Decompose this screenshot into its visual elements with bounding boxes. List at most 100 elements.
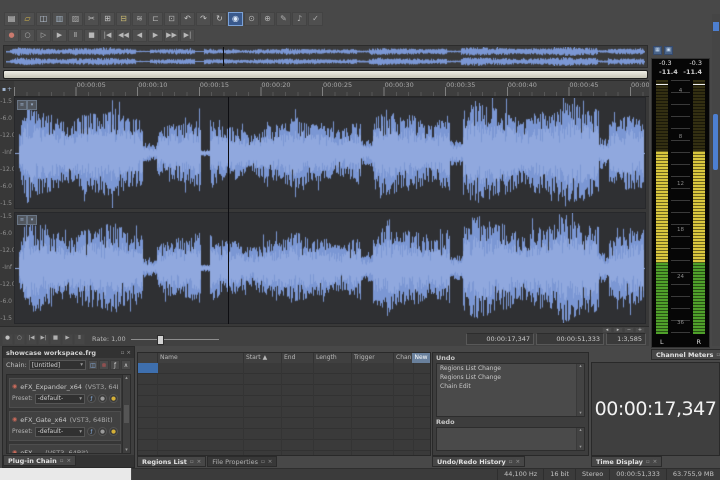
open-file-icon[interactable]: ▱ (20, 12, 35, 26)
waveform-ch2[interactable]: ≡ ▾ (14, 212, 646, 324)
overview-waveform-ch1[interactable] (6, 47, 645, 56)
redo-icon[interactable]: ↷ (196, 12, 211, 26)
play-icon[interactable]: ▶ (52, 29, 67, 42)
audio-settings-icon[interactable]: ♪ (292, 12, 307, 26)
play-icon[interactable]: ▶ (62, 334, 73, 345)
plugin-list-scrollbar[interactable]: ▴ ▾ (122, 375, 130, 453)
paste-special-icon[interactable]: ⊡ (164, 12, 179, 26)
float-icon[interactable]: ▫ (60, 458, 64, 464)
new-region-button[interactable]: New (412, 353, 430, 363)
tab-file-properties[interactable]: File Properties ▫ × (207, 456, 277, 467)
channel-arrow-icon[interactable]: ▾ (27, 215, 37, 225)
scroll-up-icon[interactable]: ▴ (579, 428, 581, 433)
pause-icon[interactable]: Ⅱ (68, 29, 83, 42)
stop-icon[interactable]: ■ (84, 29, 99, 42)
column-header[interactable]: Chan (394, 353, 414, 363)
float-icon[interactable]: ▫ (509, 459, 513, 465)
meters-display[interactable]: -0.3-0.3 -11.4-11.4 4812182436 LR (651, 58, 710, 348)
selected-cell[interactable] (138, 363, 158, 373)
column-header[interactable]: Trigger (352, 353, 394, 363)
plugin-power-icon[interactable]: ◉ (12, 416, 17, 423)
edit-tool-icon[interactable]: ◉ (228, 12, 243, 26)
play-all-icon[interactable]: ▷ (36, 29, 51, 42)
snap-icon[interactable]: ▪ (2, 86, 6, 93)
chain-options-icon[interactable]: ∧ (121, 360, 131, 370)
paste-icon[interactable]: ⊟ (116, 12, 131, 26)
tab-regions-list[interactable]: Regions List ▫ × (137, 456, 206, 467)
column-header[interactable]: Start ▲ (244, 353, 282, 363)
undo-item[interactable]: Regions List Change (437, 364, 584, 373)
magnify-tool-icon[interactable]: ⊙ (244, 12, 259, 26)
column-header[interactable]: End (282, 353, 314, 363)
meter-options-icon[interactable]: ▦ (653, 46, 662, 55)
trim-icon[interactable]: ⊏ (148, 12, 163, 26)
rewind-icon[interactable]: ◀◀ (116, 29, 131, 42)
plugin-card[interactable]: ◉ eFX_Gate_x64 (VST3, 64Bit) Preset: -de… (9, 411, 121, 441)
record-icon[interactable]: ● (2, 334, 13, 345)
redo-list-scrollbar[interactable]: ▴ ▾ (576, 428, 584, 450)
plugin-power-icon[interactable]: ◉ (12, 383, 17, 390)
length-box[interactable]: 00:00:51,333 (536, 333, 604, 345)
rate-slider[interactable] (131, 334, 219, 344)
tab-plugin-chain[interactable]: Plug-in Chain ▫ × (3, 455, 76, 466)
scroll-up-icon[interactable]: ▴ (579, 364, 581, 369)
step-forward-icon[interactable]: ▶ (148, 29, 163, 42)
regions-grid[interactable] (138, 363, 430, 455)
save-icon[interactable]: ◫ (36, 12, 51, 26)
bypass-chain-icon[interactable]: ƒ (110, 360, 120, 370)
scroll-thumb[interactable] (124, 405, 129, 423)
step-back-icon[interactable]: ◀ (132, 29, 147, 42)
waveform-canvas-ch1[interactable] (15, 98, 645, 208)
channel-grip-icon[interactable]: ≡ (17, 215, 27, 225)
script-icon[interactable]: ✓ (308, 12, 323, 26)
float-icon[interactable]: ▫ (646, 459, 650, 465)
waveform-ch1[interactable]: ≡ ▾ (14, 97, 646, 209)
new-file-icon[interactable]: ▤ (4, 12, 19, 26)
automate-plugin-icon[interactable]: ● (109, 394, 118, 403)
save-all-icon[interactable]: ▥ (52, 12, 67, 26)
delete-chain-icon[interactable]: ⊗ (99, 360, 109, 370)
goto-end-icon[interactable]: ▶| (38, 334, 49, 345)
dock-strip[interactable] (712, 14, 720, 346)
position-scrollbar[interactable] (3, 70, 648, 79)
scroll-up-icon[interactable]: ▴ (125, 375, 128, 381)
preset-select[interactable]: -default- ▾ (35, 394, 85, 404)
cut-icon[interactable]: ✂ (84, 12, 99, 26)
scroll-down-icon[interactable]: ▾ (125, 447, 128, 453)
undo-item[interactable]: Regions List Change (437, 373, 584, 382)
file-properties-icon[interactable]: ▨ (68, 12, 83, 26)
column-header[interactable] (138, 353, 158, 363)
edit-plugin-icon[interactable]: ƒ (87, 394, 96, 403)
close-icon[interactable]: × (268, 459, 273, 465)
stop-icon[interactable]: ■ (50, 334, 61, 345)
mix-icon[interactable]: ≋ (132, 12, 147, 26)
bypass-plugin-icon[interactable]: ● (98, 394, 107, 403)
marker-icon[interactable]: + (7, 86, 12, 93)
repeat-icon[interactable]: ↻ (212, 12, 227, 26)
tab-time-display[interactable]: Time Display ▫ × (591, 456, 662, 467)
overview-waveform-ch2[interactable] (6, 57, 645, 66)
fast-forward-icon[interactable]: ▶▶ (164, 29, 179, 42)
scroll-down-icon[interactable]: ▾ (579, 411, 581, 416)
column-header[interactable]: Name (158, 353, 244, 363)
plugin-card[interactable]: ◉ eFX_… (VST3, 64Bit) Preset: -default- … (9, 444, 121, 454)
undo-list-scrollbar[interactable]: ▴ ▾ (576, 364, 584, 416)
undo-icon[interactable]: ↶ (180, 12, 195, 26)
bypass-plugin-icon[interactable]: ● (98, 427, 107, 436)
rate-slider-thumb[interactable] (157, 335, 164, 345)
goto-start-icon[interactable]: |◀ (26, 334, 37, 345)
zoom-ratio-box[interactable]: 1:3,585 (606, 333, 646, 345)
save-chain-icon[interactable]: ◫ (88, 360, 98, 370)
scroll-down-icon[interactable]: ▾ (579, 445, 581, 450)
meter-hold-icon[interactable]: ▣ (664, 46, 673, 55)
preset-select[interactable]: -default- ▾ (35, 427, 85, 437)
loop-playback-icon[interactable]: ○ (14, 334, 25, 345)
close-icon[interactable]: × (66, 458, 71, 464)
float-icon[interactable]: ▫ (261, 459, 265, 465)
chain-select[interactable]: [Untitled] ▾ (29, 360, 86, 370)
tab-undo-redo-history[interactable]: Undo/Redo History ▫ × (432, 456, 525, 467)
plugin-card[interactable]: ◉ eFX_Expander_x64 (VST3, 64Bit) Preset:… (9, 378, 121, 408)
record-icon[interactable]: ● (4, 29, 19, 42)
undo-list[interactable]: Regions List ChangeRegions List ChangeCh… (436, 363, 585, 417)
close-icon[interactable]: × (126, 350, 131, 356)
